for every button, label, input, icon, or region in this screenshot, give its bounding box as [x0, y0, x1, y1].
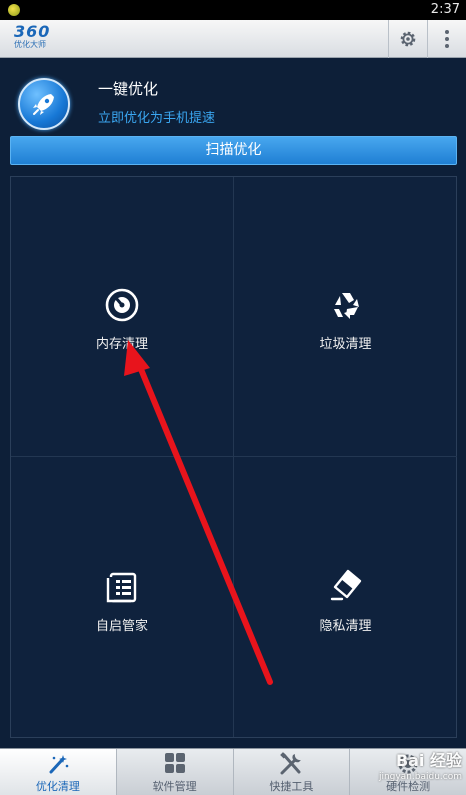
hero-title: 一键优化 [98, 80, 159, 98]
tab-label: 软件管理 [152, 780, 197, 793]
overflow-menu-button[interactable] [427, 20, 466, 58]
tile-label: 自启管家 [95, 619, 148, 634]
tab-optimize-clean[interactable]: 优化清理 [0, 749, 117, 795]
tab-label: 快捷工具 [269, 780, 314, 793]
tab-label: 优化清理 [35, 780, 80, 793]
tools-icon [280, 752, 302, 775]
rocket-icon[interactable] [18, 78, 70, 130]
feature-grid: 内存清理 垃圾清理 自启管家 隐私清理 [10, 176, 457, 738]
app-screen: 2:37 360 优化大师 一键优化 立即优化为手机提速 扫描优化 内存清理 垃… [0, 0, 466, 795]
eraser-icon [330, 569, 361, 601]
watermark-url: jingyan.baidu.com [378, 772, 462, 782]
app-grid-icon [164, 753, 185, 773]
rocket-glyph [33, 94, 54, 115]
tile-memory-clean[interactable]: 内存清理 [11, 177, 234, 457]
tile-junk-clean[interactable]: 垃圾清理 [234, 177, 457, 457]
recycle-icon [333, 293, 359, 319]
status-bar: 2:37 [0, 0, 466, 20]
tab-software-manage[interactable]: 软件管理 [117, 749, 234, 795]
logo-number: 360 [14, 22, 51, 41]
tile-label: 垃圾清理 [319, 337, 372, 352]
gear-icon [400, 31, 415, 47]
more-vertical-icon [445, 30, 449, 48]
tile-privacy-clean[interactable]: 隐私清理 [234, 457, 457, 737]
tile-label: 隐私清理 [319, 619, 372, 634]
settings-button[interactable] [388, 20, 426, 58]
status-clock: 2:37 [430, 2, 460, 17]
tile-label: 内存清理 [95, 337, 148, 352]
startup-list-icon [106, 572, 137, 603]
memory-gauge-icon [105, 288, 139, 322]
title-bar: 360 优化大师 [0, 20, 466, 58]
watermark-mark: Bai 经验 [395, 751, 462, 770]
tab-quick-tools[interactable]: 快捷工具 [234, 749, 351, 795]
one-key-optimize-panel[interactable]: 一键优化 立即优化为手机提速 [0, 58, 466, 140]
magic-wand-icon [49, 755, 69, 774]
app-logo: 360 优化大师 [14, 23, 74, 55]
tile-startup-manager[interactable]: 自启管家 [11, 457, 234, 737]
hero-subtitle: 立即优化为手机提速 [98, 111, 216, 126]
notification-app-icon [8, 4, 20, 16]
baidu-jingyan-watermark: Bai 经验 jingyan.baidu.com [372, 751, 462, 791]
logo-subtitle: 优化大师 [14, 40, 46, 49]
scan-optimize-button[interactable]: 扫描优化 [10, 136, 457, 165]
